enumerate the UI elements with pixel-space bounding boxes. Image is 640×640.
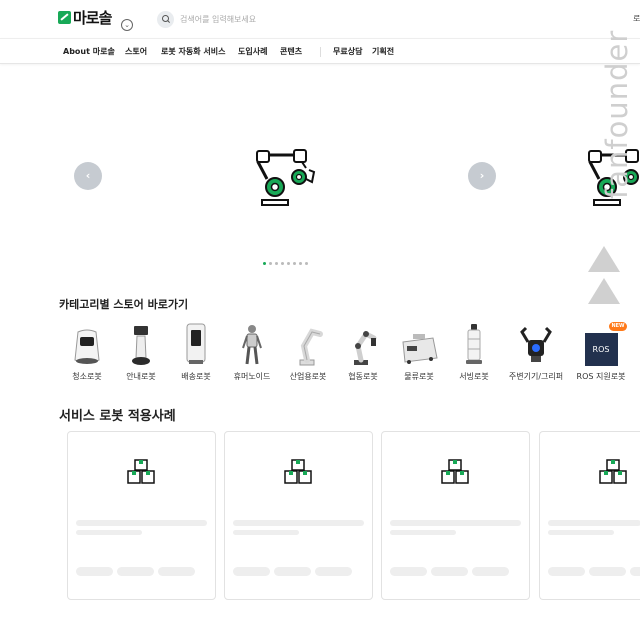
- carousel-prev-button[interactable]: ‹: [74, 162, 102, 190]
- skeleton-tag: [117, 567, 154, 576]
- pagination-dot[interactable]: [263, 262, 266, 265]
- cases-section-title: 서비스 로봇 적용사례: [59, 409, 176, 424]
- package-boxes-icon: [599, 459, 627, 484]
- chevron-left-icon: ‹: [85, 169, 91, 182]
- carousel-next-button[interactable]: ›: [468, 162, 496, 190]
- pagination-dot[interactable]: [269, 262, 272, 265]
- skeleton-line: [548, 530, 614, 535]
- skeleton-tag: [589, 567, 626, 576]
- watermark-text: fanfounder: [600, 30, 634, 200]
- carousel-pagination: [263, 262, 308, 265]
- watermark: fanfounder: [588, 20, 634, 320]
- category-label: 서빙로봇: [459, 372, 489, 381]
- ros-logo-text: ROS: [592, 345, 610, 354]
- nav-item-automation[interactable]: 로봇 자동화 서비스: [161, 46, 225, 57]
- skeleton-tag: [630, 567, 640, 576]
- skeleton-line: [76, 530, 142, 535]
- search-icon[interactable]: [157, 10, 174, 28]
- nav-item-store[interactable]: 스토어: [125, 46, 147, 57]
- skeleton-tag: [274, 567, 311, 576]
- case-card[interactable]: [224, 431, 373, 600]
- nav-item-cases[interactable]: 도입사례: [238, 46, 267, 57]
- watermark-triangle-icon: [588, 278, 620, 304]
- package-boxes-icon: [127, 459, 155, 484]
- package-boxes-icon: [284, 459, 312, 484]
- ros-logo: ROS: [584, 333, 618, 366]
- main-nav: About 마로솔 스토어 로봇 자동화 서비스 도입사례 콘텐츠 무료상담 기…: [0, 38, 640, 64]
- category-item-gripper[interactable]: 주변기기/그리퍼: [501, 322, 571, 382]
- category-label: ROS 지원로봇: [576, 372, 626, 381]
- hero-carousel: ‹ ›: [0, 64, 640, 274]
- case-card[interactable]: [67, 431, 216, 600]
- pagination-dot[interactable]: [287, 262, 290, 265]
- robot-arm-icon: [256, 149, 316, 206]
- skeleton-tag: [315, 567, 352, 576]
- new-badge: NEW: [609, 322, 627, 331]
- logo-text: 마로솔: [73, 9, 112, 27]
- nav-item-exhibition[interactable]: 기획전: [372, 46, 394, 57]
- search-input[interactable]: [180, 14, 350, 24]
- skeleton-tag: [233, 567, 270, 576]
- pagination-dot[interactable]: [293, 262, 296, 265]
- skeleton-line: [390, 520, 521, 526]
- skeleton-line: [233, 520, 364, 526]
- top-header: 마로솔 ⌄ 로: [0, 0, 640, 38]
- skeleton-tag: [431, 567, 468, 576]
- chevron-down-icon[interactable]: ⌄: [121, 19, 133, 31]
- skeleton-tag: [76, 567, 113, 576]
- skeleton-line: [76, 520, 207, 526]
- case-card[interactable]: [381, 431, 530, 600]
- chevron-right-icon: ›: [479, 169, 485, 182]
- case-card[interactable]: [539, 431, 640, 600]
- serving-robot-icon: [439, 322, 509, 366]
- category-section-title: 카테고리별 스토어 바로가기: [59, 298, 189, 311]
- pagination-dot[interactable]: [281, 262, 284, 265]
- nav-item-contents[interactable]: 콘텐츠: [280, 46, 302, 57]
- watermark-triangle-icon: [588, 246, 620, 272]
- nav-divider: [320, 47, 321, 57]
- nav-item-about[interactable]: About 마로솔: [63, 46, 115, 57]
- skeleton-tag: [472, 567, 509, 576]
- category-label: 주변기기/그리퍼: [508, 372, 564, 381]
- pagination-dot[interactable]: [305, 262, 308, 265]
- skeleton-tag: [158, 567, 195, 576]
- skeleton-line: [233, 530, 299, 535]
- logo-mark-icon: [58, 11, 71, 24]
- skeleton-line: [548, 520, 640, 526]
- category-item-ros[interactable]: ROS ROS 지원로봇: [566, 322, 636, 382]
- package-boxes-icon: [441, 459, 469, 484]
- skeleton-tag: [548, 567, 585, 576]
- pagination-dot[interactable]: [299, 262, 302, 265]
- skeleton-tag: [390, 567, 427, 576]
- category-item-serving[interactable]: 서빙로봇: [439, 322, 509, 382]
- nav-item-consult[interactable]: 무료상담: [333, 46, 362, 57]
- pagination-dot[interactable]: [275, 262, 278, 265]
- search-bar: [157, 10, 357, 28]
- gripper-icon: [501, 322, 571, 366]
- header-right-link[interactable]: 로: [633, 13, 640, 24]
- logo[interactable]: 마로솔: [58, 7, 112, 28]
- skeleton-line: [390, 530, 456, 535]
